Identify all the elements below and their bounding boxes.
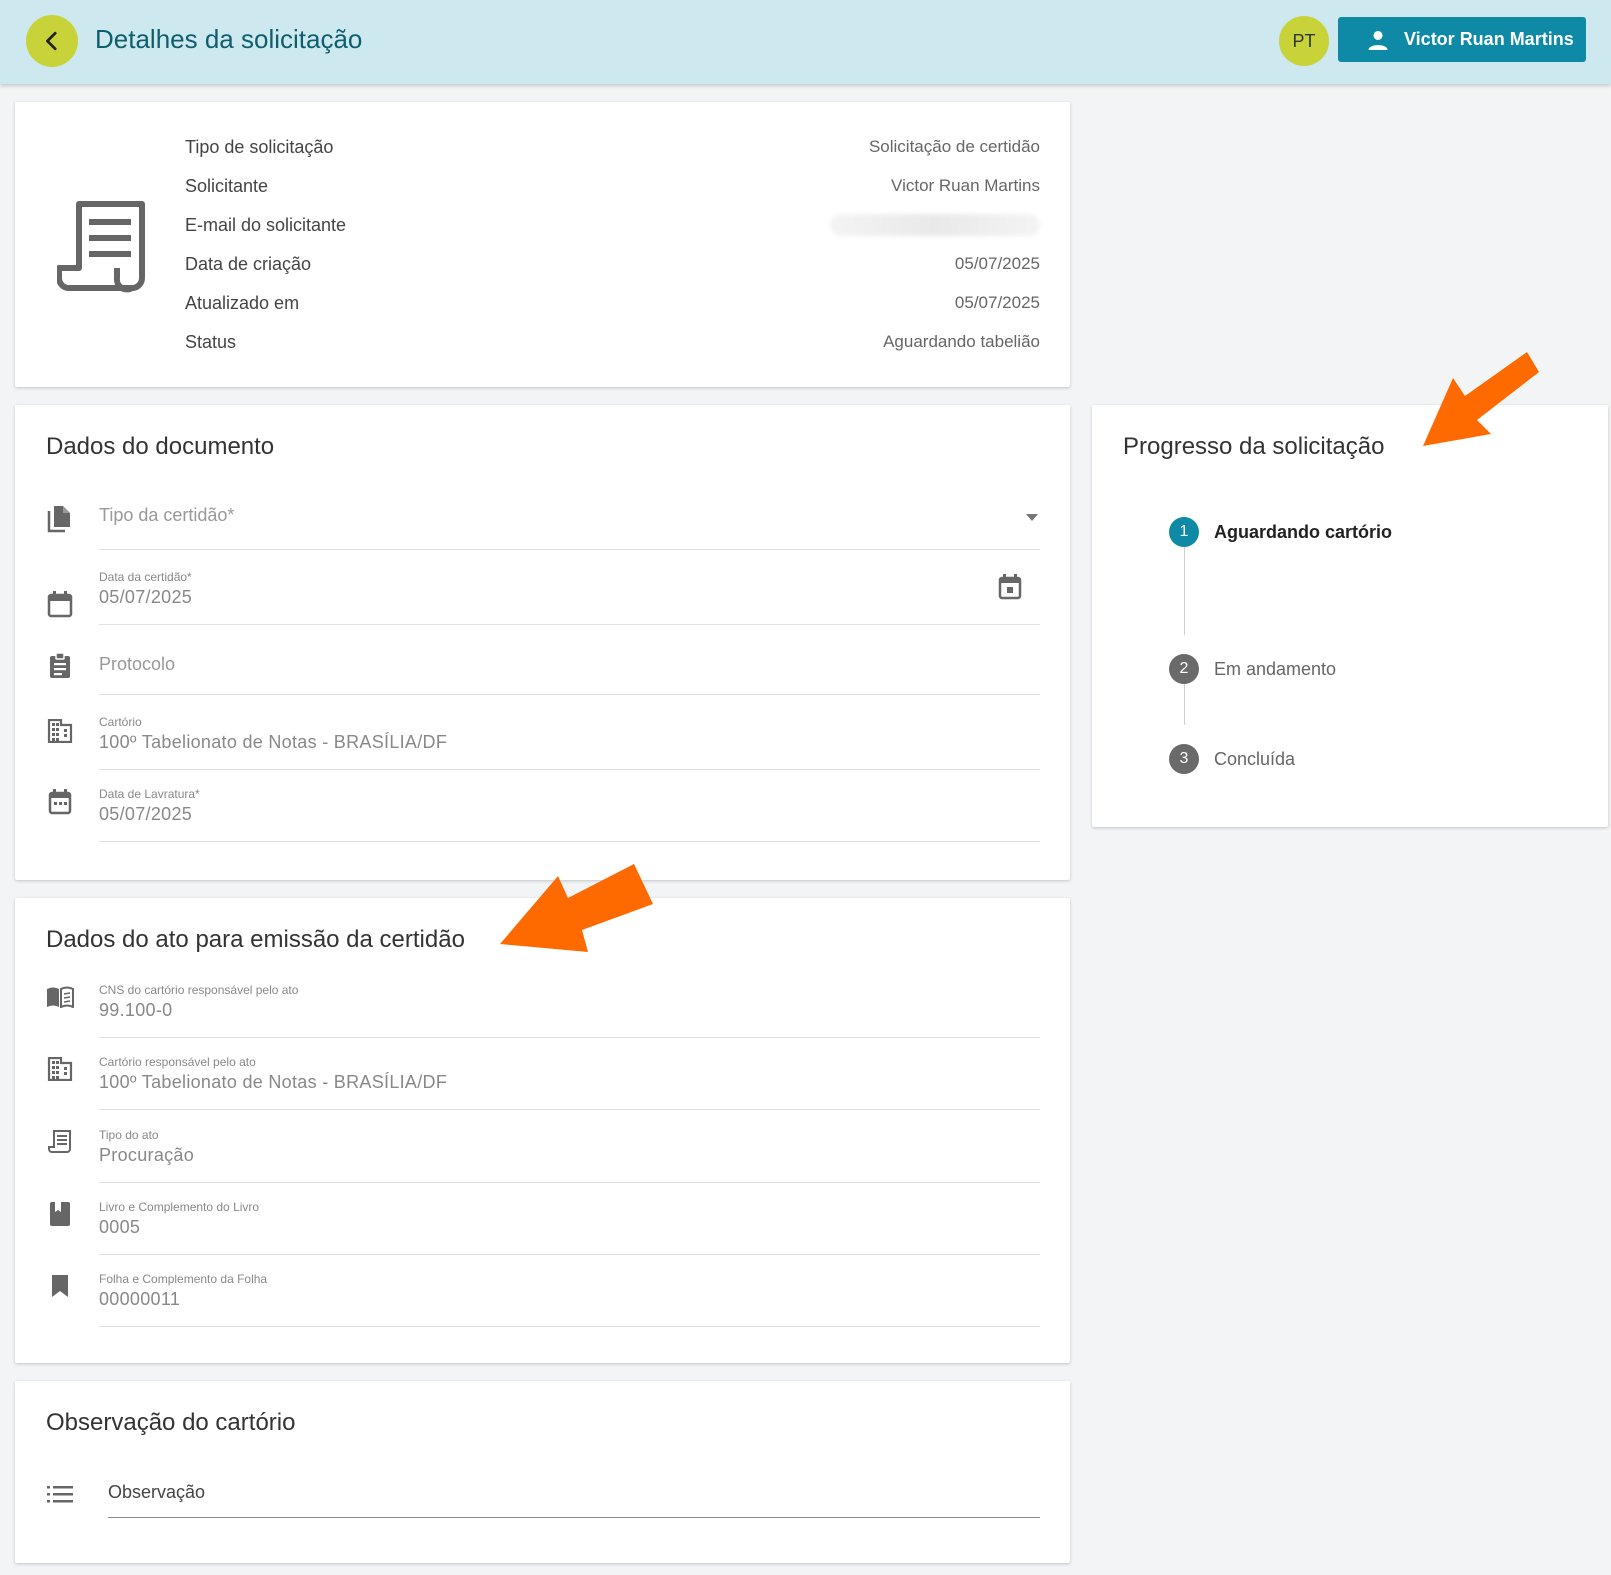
tipo-certidao-select[interactable]: Tipo da certidão* bbox=[46, 505, 1040, 550]
book-icon bbox=[46, 1200, 74, 1228]
observacao-field[interactable]: Observação bbox=[46, 1474, 1040, 1518]
step-3[interactable]: 3 Concluída bbox=[1169, 744, 1295, 774]
status-value: Aguardando tabelião bbox=[883, 332, 1040, 351]
receipt-icon bbox=[46, 1128, 74, 1156]
cns-value: 99.100-0 bbox=[99, 1000, 173, 1020]
summary-row-tipo: Tipo de solicitação Solicitação de certi… bbox=[185, 132, 1040, 162]
list-icon bbox=[46, 1480, 74, 1508]
data-lavratura-label: Data de Lavratura* bbox=[99, 787, 200, 801]
person-icon bbox=[1368, 30, 1388, 50]
act-data-card: Dados do ato para emissão da certidão CN… bbox=[15, 898, 1070, 1363]
tipo-ato-label: Tipo do ato bbox=[99, 1128, 159, 1142]
back-button[interactable] bbox=[26, 15, 78, 67]
section-title: Dados do documento bbox=[46, 433, 275, 460]
cartorio-label: Cartório bbox=[99, 715, 142, 729]
summary-value: 05/07/2025 bbox=[954, 254, 1040, 273]
annotation-arrow-icon bbox=[500, 864, 653, 952]
cartorio-ato-value: 100º Tabelionato de Notas - BRASÍLIA/DF bbox=[99, 1072, 448, 1092]
file-copy-icon bbox=[46, 505, 74, 533]
data-lavratura-field[interactable]: Data de Lavratura* 05/07/2025 bbox=[46, 787, 1040, 842]
data-lavratura-value: 05/07/2025 bbox=[99, 804, 193, 824]
clipboard-icon bbox=[46, 652, 74, 680]
observation-card: Observação do cartório Observação bbox=[15, 1381, 1070, 1563]
data-certidao-value: 05/07/2025 bbox=[99, 587, 193, 607]
cartorio-ato-label: Cartório responsável pelo ato bbox=[99, 1055, 256, 1069]
step-label: Concluída bbox=[1214, 748, 1296, 769]
step-connector bbox=[1184, 680, 1185, 725]
summary-row-status: Status Aguardando tabelião bbox=[185, 327, 1040, 357]
livro-field[interactable]: Livro e Complemento do Livro 0005 bbox=[46, 1200, 1040, 1255]
summary-label: Data de criação bbox=[185, 253, 312, 274]
livro-label: Livro e Complemento do Livro bbox=[99, 1200, 260, 1214]
step-2[interactable]: 2 Em andamento bbox=[1169, 654, 1336, 684]
summary-value: Solicitação de certidão bbox=[868, 137, 1040, 156]
protocolo-field[interactable]: Protocolo bbox=[46, 640, 1040, 695]
language-badge[interactable]: PT bbox=[1279, 16, 1329, 66]
progress-card: Progresso da solicitação 1 Aguardando ca… bbox=[1092, 405, 1608, 827]
top-bar: Detalhes da solicitação PT Victor Ruan M… bbox=[0, 0, 1611, 84]
summary-label: Tipo de solicitação bbox=[185, 136, 334, 157]
step-label: Em andamento bbox=[1214, 658, 1337, 679]
step-number: 3 bbox=[1169, 744, 1199, 774]
summary-card: Tipo de solicitação Solicitação de certi… bbox=[15, 102, 1070, 387]
tipo-ato-value: Procuração bbox=[99, 1145, 195, 1165]
step-connector bbox=[1184, 545, 1185, 635]
folha-label: Folha e Complemento da Folha bbox=[99, 1272, 268, 1286]
cns-field[interactable]: CNS do cartório responsável pelo ato 99.… bbox=[46, 983, 1040, 1038]
cartorio-ato-field[interactable]: Cartório responsável pelo ato 100º Tabel… bbox=[46, 1055, 1040, 1110]
tipo-ato-field[interactable]: Tipo do ato Procuração bbox=[46, 1128, 1040, 1183]
receipt-document-icon bbox=[57, 201, 145, 293]
summary-label: E-mail do solicitante bbox=[185, 214, 347, 235]
data-certidao-field[interactable]: Data da certidão* 05/07/2025 bbox=[46, 570, 1040, 625]
step-number: 2 bbox=[1169, 654, 1199, 684]
protocolo-placeholder: Protocolo bbox=[99, 654, 176, 674]
observacao-placeholder: Observação bbox=[108, 1482, 206, 1502]
summary-row-solicitante: Solicitante Victor Ruan Martins bbox=[185, 171, 1040, 201]
date-picker-icon[interactable] bbox=[998, 574, 1022, 600]
folha-field[interactable]: Folha e Complemento da Folha 00000011 bbox=[46, 1272, 1040, 1327]
user-name: Victor Ruan Martins bbox=[1404, 29, 1574, 49]
cartorio-value: 100º Tabelionato de Notas - BRASÍLIA/DF bbox=[99, 732, 448, 752]
summary-row-data-criacao: Data de criação 05/07/2025 bbox=[185, 249, 1040, 279]
step-1[interactable]: 1 Aguardando cartório bbox=[1169, 517, 1392, 547]
annotation-arrow-icon bbox=[1423, 352, 1539, 446]
summary-value: 05/07/2025 bbox=[954, 293, 1040, 312]
redacted-email bbox=[830, 214, 1040, 236]
dropdown-arrow-icon bbox=[1026, 514, 1038, 521]
summary-value: Victor Ruan Martins bbox=[891, 176, 1040, 195]
chevron-left-icon bbox=[46, 31, 57, 51]
calendar-icon bbox=[46, 788, 74, 816]
cns-label: CNS do cartório responsável pelo ato bbox=[99, 983, 299, 997]
step-number: 1 bbox=[1169, 517, 1199, 547]
bookmark-icon bbox=[46, 1272, 74, 1300]
user-menu-button[interactable]: Victor Ruan Martins bbox=[1338, 17, 1586, 62]
section-title: Observação do cartório bbox=[46, 1409, 296, 1436]
section-title: Dados do ato para emissão da certidão bbox=[46, 926, 465, 953]
document-data-card: Dados do documento Tipo da certidão* Dat… bbox=[15, 405, 1070, 880]
summary-row-atualizado: Atualizado em 05/07/2025 bbox=[185, 288, 1040, 318]
open-book-icon bbox=[46, 983, 74, 1011]
summary-row-email: E-mail do solicitante bbox=[185, 210, 1040, 240]
folha-value: 00000011 bbox=[99, 1289, 181, 1309]
building-icon bbox=[46, 1055, 74, 1083]
step-label: Aguardando cartório bbox=[1214, 521, 1393, 542]
page-title: Detalhes da solicitação bbox=[95, 24, 363, 54]
data-certidao-label: Data da certidão* bbox=[99, 570, 192, 584]
cartorio-field[interactable]: Cartório 100º Tabelionato de Notas - BRA… bbox=[46, 715, 1040, 770]
summary-label: Solicitante bbox=[185, 175, 269, 196]
summary-label: Atualizado em bbox=[185, 292, 300, 313]
tipo-certidao-placeholder: Tipo da certidão* bbox=[99, 505, 235, 525]
calendar-icon bbox=[46, 590, 74, 618]
livro-value: 0005 bbox=[99, 1217, 141, 1237]
summary-label: Status bbox=[185, 331, 237, 352]
section-title: Progresso da solicitação bbox=[1123, 433, 1385, 460]
building-icon bbox=[46, 717, 74, 745]
